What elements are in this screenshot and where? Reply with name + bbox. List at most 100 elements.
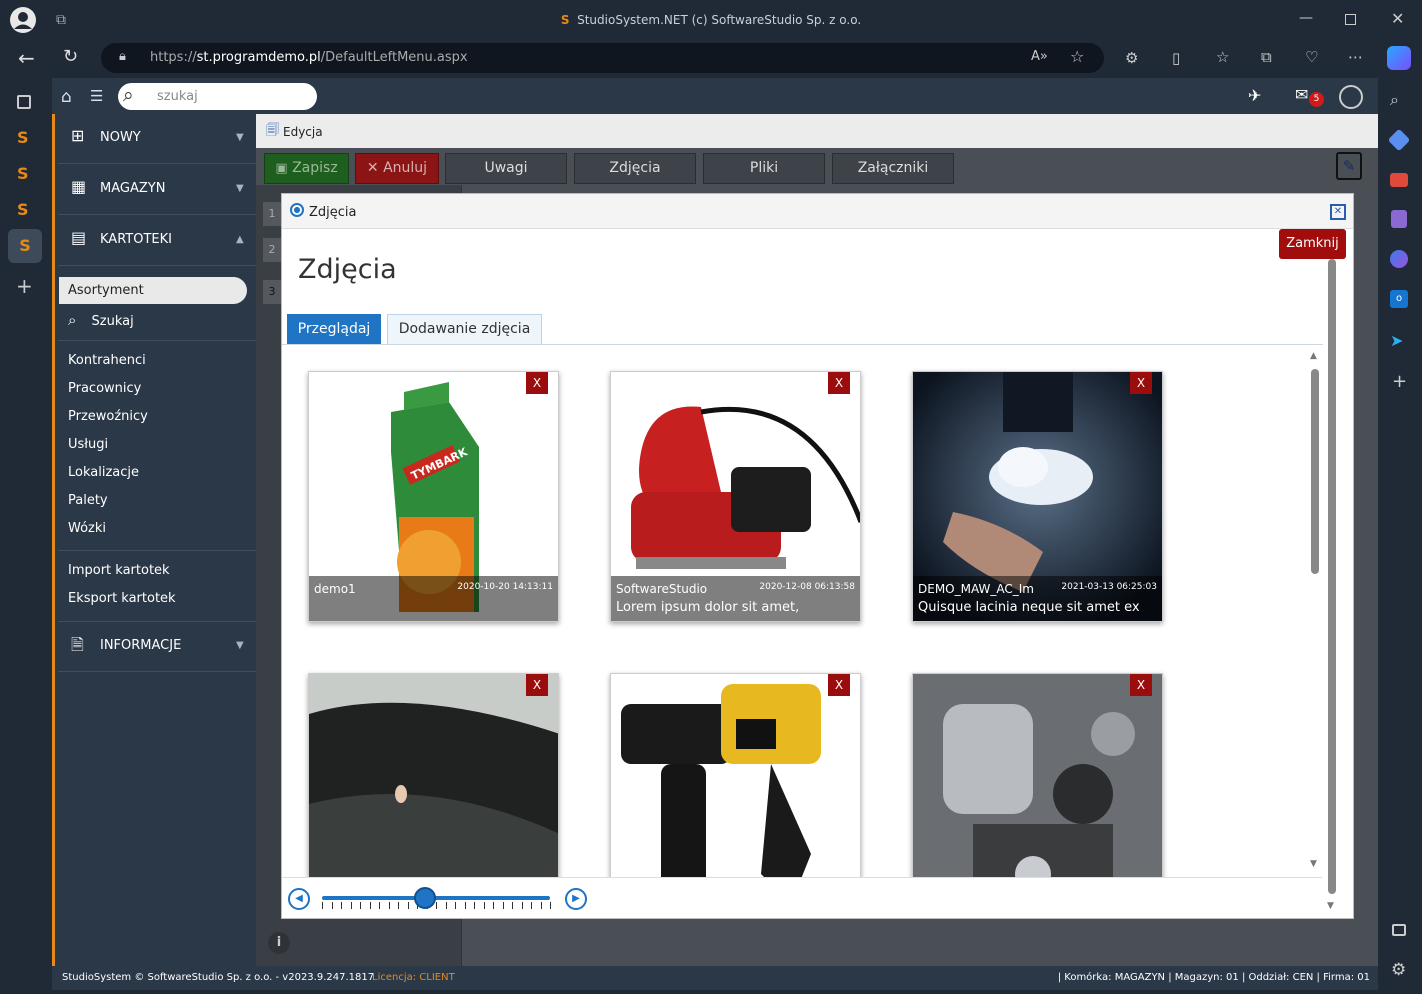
search-sidebar-icon[interactable]: ⌕	[1390, 90, 1399, 110]
plane-icon[interactable]: ✈	[1248, 86, 1261, 105]
new-tab-icon[interactable]: +	[16, 274, 33, 298]
scroll-up-icon[interactable]: ▲	[1310, 351, 1317, 361]
sidebar-item-lokalizacje[interactable]: Lokalizacje	[68, 465, 139, 480]
section-nowy[interactable]: ⊞ NOWY ▼	[58, 114, 259, 164]
settings-icon[interactable]: ⚙	[1391, 960, 1406, 980]
sidebar-item-eksport[interactable]: Eksport kartotek	[68, 591, 176, 606]
section-magazyn[interactable]: ▦ MAGAZYN ▼	[58, 165, 259, 215]
performance-icon[interactable]: ♡	[1305, 48, 1318, 66]
send-icon[interactable]: ➤	[1390, 331, 1403, 350]
mail-badge: 5	[1309, 92, 1324, 107]
bookmark-star-icon[interactable]: ☆	[1070, 47, 1084, 66]
outlook-icon[interactable]: o	[1390, 290, 1408, 308]
back-icon[interactable]: ←	[18, 46, 35, 70]
delete-photo-button[interactable]: X	[828, 674, 850, 696]
photo-name: demo1	[314, 582, 356, 596]
slider-track[interactable]	[322, 896, 550, 900]
delete-photo-button[interactable]: X	[1130, 372, 1152, 394]
section-informacje[interactable]: 🗎︎ INFORMACJE ▼	[58, 622, 259, 672]
more-icon[interactable]: ⋯	[1348, 48, 1363, 66]
add-sidebar-icon[interactable]: +	[1392, 371, 1407, 392]
sidebar-item-import[interactable]: Import kartotek	[68, 563, 170, 578]
refresh-icon[interactable]: ↻	[63, 46, 78, 67]
m365-icon[interactable]	[1390, 250, 1408, 268]
mail-icon[interactable]: ✉	[1295, 85, 1308, 104]
tab-dodawanie[interactable]: Dodawanie zdjęcia	[387, 314, 542, 345]
tab-s-icon[interactable]: S	[17, 200, 29, 219]
notes-button[interactable]: Uwagi	[445, 153, 567, 184]
slider-tick	[322, 902, 323, 909]
photo-card[interactable]: X	[610, 673, 861, 877]
drill-image	[611, 674, 860, 877]
browser-side-panel: ⌕ o ➤ + ⚙	[1378, 78, 1422, 994]
games-icon[interactable]	[1391, 210, 1407, 228]
sidebar-item-przewoznicy[interactable]: Przewoźnicy	[68, 409, 148, 424]
app-search[interactable]: ⌕ szukaj	[118, 83, 317, 110]
user-avatar-icon[interactable]	[1339, 85, 1363, 109]
url-field[interactable]: 🔒︎ https://st.programdemo.pl/DefaultLeft…	[101, 43, 1104, 73]
close-window-icon[interactable]: ✕	[1391, 9, 1404, 28]
toolbar-extensions-icon[interactable]: ⚙	[1125, 49, 1138, 67]
tab-przegladaj[interactable]: Przeglądaj	[287, 314, 381, 344]
modal-header: Zdjęcia ✕	[282, 194, 1353, 229]
sidebar-item-szukaj[interactable]: ⌕ Szukaj	[68, 310, 134, 329]
tab-s-icon[interactable]: S	[17, 164, 29, 183]
sidebar-item-asortyment[interactable]: Asortyment	[59, 277, 247, 304]
tab-actions-icon[interactable]	[17, 95, 31, 109]
slider-thumb[interactable]	[413, 887, 436, 909]
shopping-icon[interactable]	[1387, 128, 1411, 152]
favorites-icon[interactable]: ☆	[1216, 48, 1229, 66]
modal-scrollbar[interactable]: ▼	[1325, 259, 1339, 919]
cancel-button[interactable]: ✕ Anuluj	[355, 153, 439, 184]
close-modal-button[interactable]: Zamknij	[1279, 229, 1346, 259]
photo-card[interactable]: TYMBARK X demo1 2020-10-20 14:13:11	[308, 371, 559, 622]
sidebar-item-uslugi[interactable]: Usługi	[68, 437, 108, 452]
split-screen-icon[interactable]: ▯	[1172, 49, 1180, 67]
files-button[interactable]: Pliki	[703, 153, 825, 184]
read-aloud-icon[interactable]: A»	[1031, 49, 1048, 64]
photos-button[interactable]: Zdjęcia	[574, 153, 696, 184]
photo-desc: Quisque lacinia neque sit amet ex	[918, 600, 1140, 615]
sidebar-item-wozki[interactable]: Wózki	[68, 521, 106, 536]
slider-next-icon[interactable]: ▶	[565, 888, 587, 910]
section-kartoteki[interactable]: ▤ KARTOTEKI ▲	[58, 216, 259, 266]
copyright-text: StudioSystem © SoftwareStudio Sp. z o.o.…	[62, 972, 375, 983]
photo-card[interactable]: X DEMO_MAW_AC_Im 2021-03-13 06:25:03 Qui…	[912, 371, 1163, 622]
attachments-button[interactable]: Załączniki	[832, 153, 954, 184]
delete-photo-button[interactable]: X	[828, 372, 850, 394]
scroll-down-icon[interactable]: ▼	[1310, 859, 1317, 869]
copilot-icon[interactable]	[1387, 46, 1411, 70]
tools-icon[interactable]	[1390, 173, 1408, 187]
chevron-up-icon: ▲	[236, 234, 244, 245]
delete-photo-button[interactable]: X	[1130, 674, 1152, 696]
home-icon[interactable]: ⌂	[61, 87, 72, 107]
delete-photo-button[interactable]: X	[526, 674, 548, 696]
save-button[interactable]: ▣ Zapisz	[264, 153, 349, 184]
maximize-icon[interactable]	[1345, 14, 1356, 25]
photo-card[interactable]: X	[308, 673, 559, 877]
slider-tick	[331, 902, 333, 909]
minimize-icon[interactable]: —	[1299, 10, 1313, 26]
sidebar-item-kontrahenci[interactable]: Kontrahenci	[68, 353, 146, 368]
photo-card[interactable]: X SoftwareStudio 2020-12-08 06:13:58 Lor…	[610, 371, 861, 622]
sidebar-item-pracownicy[interactable]: Pracownicy	[68, 381, 141, 396]
slider-prev-icon[interactable]: ◀	[288, 888, 310, 910]
tab-s-active-icon[interactable]: S	[8, 229, 42, 263]
slider-tick	[531, 902, 532, 909]
sidebar-item-palety[interactable]: Palety	[68, 493, 108, 508]
delete-photo-button[interactable]: X	[526, 372, 548, 394]
maximize-modal-icon[interactable]: ✕	[1330, 204, 1346, 220]
slider-tick	[436, 902, 437, 909]
collections-icon[interactable]: ⧉	[1261, 48, 1272, 66]
scroll-thumb[interactable]	[1328, 259, 1336, 894]
scroll-down-icon[interactable]: ▼	[1327, 901, 1334, 911]
tab-s-icon[interactable]: S	[17, 128, 29, 147]
scroll-thumb[interactable]	[1311, 369, 1319, 574]
edit-pen-icon[interactable]: ✎	[1336, 152, 1362, 180]
info-icon[interactable]: i	[268, 932, 290, 954]
photo-card[interactable]: X	[912, 673, 1163, 877]
edit-tab-label[interactable]: Edycja	[283, 125, 323, 139]
hide-sidebar-icon[interactable]	[1392, 924, 1406, 936]
gallery-scrollbar[interactable]: ▲ ▼	[1308, 351, 1322, 871]
menu-collapse-icon[interactable]: ☰	[90, 87, 103, 105]
